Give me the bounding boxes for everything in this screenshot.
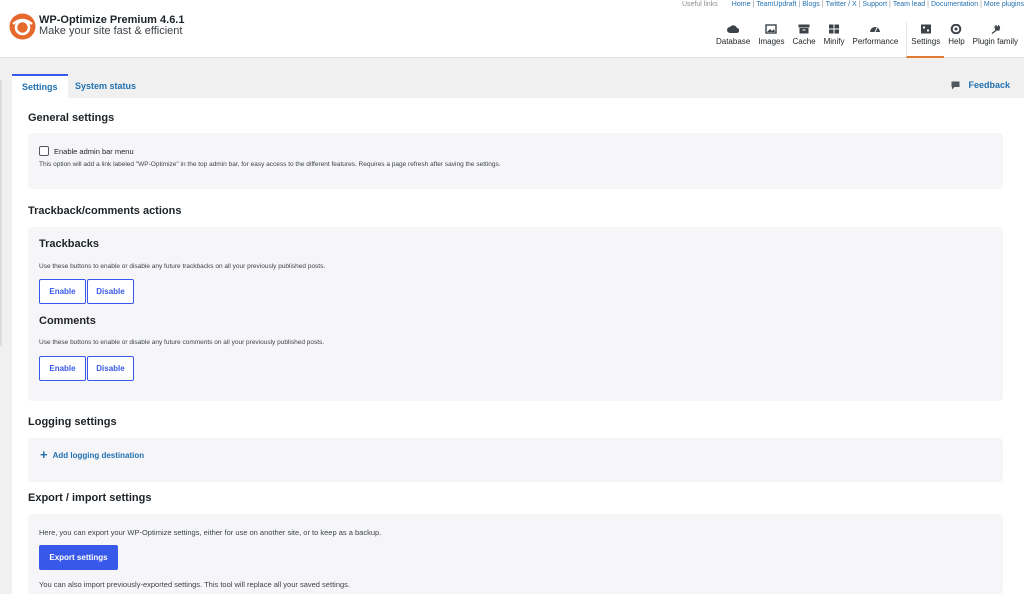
wp-optimize-logo-icon [9,13,36,40]
export-description: Here, you can export your WP-Optimize se… [39,528,382,537]
nav-minify[interactable]: Minify [820,22,849,58]
main-nav: Database Images Cache Minify Performance… [712,22,1022,58]
link-team-lead[interactable]: Team lead [893,0,925,10]
nav-label: Performance [852,37,899,46]
nav-help[interactable]: Help [944,22,968,58]
trackbacks-description: Use these buttons to enable or disable a… [39,263,326,270]
comments-disable-button[interactable]: Disable [87,356,134,381]
plugin-header: WP-Optimize Premium 4.6.1 Make your site… [0,0,1024,58]
link-documentation[interactable]: Documentation [931,0,978,10]
tab-system-status[interactable]: System status [65,74,146,98]
nav-label: Database [715,37,751,46]
admin-menu-edge [0,80,2,346]
tab-settings[interactable]: Settings [12,74,68,98]
admin-bar-menu-description: This option will add a link labeled "WP-… [39,161,501,168]
export-import-title: Export / import settings [28,492,152,504]
link-more-plugins[interactable]: More plugins [984,0,1024,10]
export-settings-button[interactable]: Export settings [39,545,118,570]
settings-grid-icon [920,24,931,34]
plus-icon: + [40,447,48,462]
nav-label: Images [758,37,785,46]
link-support[interactable]: Support [863,0,888,10]
import-description: You can also import previously-exported … [39,580,350,589]
trackbacks-disable-button[interactable]: Disable [87,279,134,304]
add-logging-label: Add logging destination [52,450,145,460]
nav-label: Cache [792,37,816,46]
nav-plugin-family[interactable]: Plugin family [969,22,1022,58]
lifebuoy-icon [951,24,962,34]
feedback-label: Feedback [968,80,1010,90]
trackback-comments-box: Trackbacks Use these buttons to enable o… [28,227,1003,401]
logging-settings-title: Logging settings [28,416,117,428]
general-settings-title: General settings [28,112,115,124]
admin-bar-menu-checkbox[interactable] [39,146,49,156]
tab-bar: Settings System status Feedback [12,74,1024,98]
link-blogs[interactable]: Blogs [802,0,820,10]
nav-cache[interactable]: Cache [788,22,819,58]
feedback-link[interactable]: Feedback [951,80,1010,90]
useful-links-label: Useful links [682,1,718,8]
link-twitter[interactable]: Twitter / X [826,0,857,10]
useful-links-bar: Useful links Home | TeamUpdraft | Blogs | T… [682,0,1024,10]
plugin-tagline: Make your site fast & efficient [39,25,183,37]
gauge-icon [870,27,881,33]
trackbacks-enable-button[interactable]: Enable [39,279,86,304]
nav-performance[interactable]: Performance [848,22,902,58]
comments-enable-button[interactable]: Enable [39,356,86,381]
nav-label: Plugin family [972,37,1018,46]
admin-bar-menu-label: Enable admin bar menu [54,147,134,156]
logging-settings-box: + Add logging destination [28,438,1003,482]
add-logging-destination-link[interactable]: + Add logging destination [40,447,145,462]
feedback-icon [951,81,960,89]
nav-settings[interactable]: Settings [906,22,945,58]
cloud-icon [727,25,740,34]
plug-icon [991,25,1001,34]
settings-panel: Settings System status Feedback General … [12,74,1024,594]
trackbacks-title: Trackbacks [39,238,99,250]
nav-database[interactable]: Database [712,22,754,58]
nav-label: Minify [823,37,845,46]
link-teamupdraft[interactable]: TeamUpdraft [756,0,796,10]
trackback-comments-title: Trackback/comments actions [28,205,182,217]
link-home[interactable]: Home [732,0,751,10]
images-icon [765,24,778,34]
comments-description: Use these buttons to enable or disable a… [39,339,325,346]
nav-label: Settings [911,37,941,46]
general-settings-box: Enable admin bar menu This option will a… [28,133,1003,189]
nav-images[interactable]: Images [754,22,788,58]
nav-label: Help [948,37,965,46]
archive-icon [798,24,810,34]
comments-title: Comments [39,315,96,327]
export-import-box: Here, you can export your WP-Optimize se… [28,514,1003,594]
minify-icon [829,24,840,34]
